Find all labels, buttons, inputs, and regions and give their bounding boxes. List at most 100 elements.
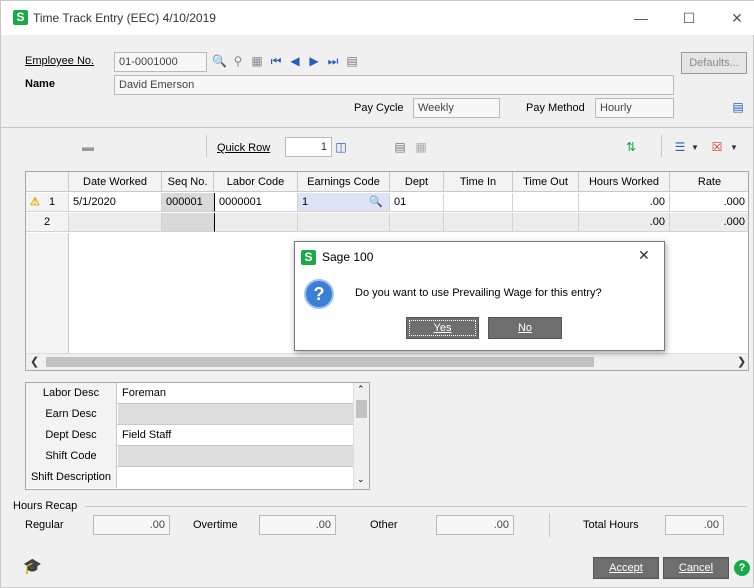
- other-hours-field[interactable]: .00: [436, 515, 514, 535]
- toolbar-separator: [206, 135, 207, 157]
- pay-cycle-field[interactable]: Weekly: [413, 98, 500, 118]
- earnings-code-cell[interactable]: 1 🔍: [298, 193, 390, 212]
- time-out-cell[interactable]: [513, 213, 579, 232]
- scrollbar-thumb[interactable]: [46, 357, 594, 367]
- column-header[interactable]: Rate: [670, 172, 748, 192]
- detail-row: Shift Description: [26, 467, 353, 488]
- overtime-hours-field[interactable]: .00: [259, 515, 336, 535]
- notes-icon[interactable]: ▤: [345, 54, 359, 68]
- scrollbar-thumb[interactable]: [356, 400, 367, 418]
- rate-cell[interactable]: .000: [670, 213, 748, 232]
- detail-label: Labor Desc: [26, 383, 117, 404]
- quick-row-label: Quick Row: [217, 142, 271, 154]
- dept-cell[interactable]: 01: [390, 193, 444, 212]
- column-header[interactable]: Labor Code: [214, 172, 298, 192]
- detail-value: [118, 404, 353, 424]
- column-header[interactable]: Time Out: [513, 172, 579, 192]
- dept-cell[interactable]: [390, 213, 444, 232]
- insert-row-icon[interactable]: ☰: [673, 140, 687, 154]
- table-row[interactable]: 2: [26, 213, 69, 232]
- scroll-up-icon[interactable]: ⌃: [357, 384, 365, 395]
- rate-cell[interactable]: .000: [670, 193, 748, 212]
- copy-lines-icon[interactable]: ▦: [414, 140, 428, 154]
- last-record-icon[interactable]: ⏭: [326, 54, 340, 68]
- total-hours-field[interactable]: .00: [665, 515, 724, 535]
- time-out-cell[interactable]: [513, 193, 579, 212]
- detail-value: Field Staff: [122, 429, 172, 441]
- overtime-label: Overtime: [193, 519, 238, 531]
- employee-no-link[interactable]: Employee No.: [25, 55, 94, 67]
- cancel-button[interactable]: Cancel: [663, 557, 729, 579]
- print-icon[interactable]: ▤: [731, 100, 745, 114]
- delete-row-icon[interactable]: ☒: [710, 140, 724, 154]
- copy-icon[interactable]: ▦: [250, 54, 264, 68]
- defaults-button[interactable]: Defaults...: [681, 52, 747, 74]
- time-in-cell[interactable]: [444, 213, 513, 232]
- table-row[interactable]: ⚠ 1: [26, 193, 69, 212]
- column-header[interactable]: Dept: [390, 172, 444, 192]
- horizontal-scrollbar[interactable]: ❮ ❯: [26, 353, 748, 370]
- column-header[interactable]: Time In: [444, 172, 513, 192]
- grid-row-header: [26, 172, 69, 192]
- delete-dropdown-icon[interactable]: ▼: [727, 141, 741, 155]
- column-header[interactable]: Seq No.: [162, 172, 214, 192]
- help-icon[interactable]: ?: [734, 560, 750, 576]
- pay-method-field[interactable]: Hourly: [595, 98, 674, 118]
- detail-row: Earn Desc: [26, 404, 353, 425]
- detail-row: Labor Desc Foreman: [26, 383, 353, 404]
- first-record-icon[interactable]: ⏮: [269, 54, 283, 68]
- detail-row: Shift Code: [26, 446, 353, 467]
- insert-dropdown-icon[interactable]: ▼: [688, 141, 702, 155]
- next-record-icon[interactable]: ▶: [307, 54, 321, 68]
- dialog-close-icon[interactable]: ✕: [638, 247, 650, 264]
- warning-icon: ⚠: [30, 196, 40, 208]
- earnings-lookup-icon[interactable]: 🔍: [369, 193, 383, 211]
- other-label: Other: [370, 519, 398, 531]
- time-in-cell[interactable]: [444, 193, 513, 212]
- yes-button[interactable]: Yes: [406, 317, 479, 339]
- employee-no-field[interactable]: 01-0001000: [114, 52, 207, 72]
- earnings-code-value: 1: [302, 196, 309, 208]
- refresh-icon[interactable]: ⇅: [624, 140, 638, 154]
- date-worked-cell[interactable]: 5/1/2020: [69, 193, 162, 212]
- date-worked-cell[interactable]: [69, 213, 162, 232]
- memo-icon[interactable]: ▤: [393, 140, 407, 154]
- maximize-button[interactable]: ☐: [679, 9, 699, 27]
- clip-icon[interactable]: ⚲: [231, 54, 245, 68]
- scroll-left-icon[interactable]: ❮: [30, 355, 39, 368]
- dialog-message: Do you want to use Prevailing Wage for t…: [355, 287, 602, 299]
- regular-hours-field[interactable]: .00: [93, 515, 170, 535]
- detail-scrollbar[interactable]: ⌃ ⌄: [353, 383, 369, 489]
- no-button[interactable]: No: [488, 317, 562, 339]
- question-icon: ?: [304, 279, 334, 309]
- name-field[interactable]: David Emerson: [114, 75, 674, 95]
- lookup-icon[interactable]: 🔍: [212, 54, 227, 68]
- hours-worked-cell[interactable]: .00: [579, 193, 670, 212]
- minimize-button[interactable]: —: [631, 9, 651, 27]
- column-header[interactable]: Date Worked: [69, 172, 162, 192]
- go-to-row-icon[interactable]: ◫: [334, 140, 348, 154]
- grid-layout-icon[interactable]: ▬: [81, 140, 95, 154]
- title-bar: S Time Track Entry (EEC) 4/10/2019 — ☐ ✕: [1, 1, 754, 35]
- column-header[interactable]: Earnings Code: [298, 172, 390, 192]
- detail-value: [118, 467, 353, 487]
- scroll-down-icon[interactable]: ⌄: [357, 474, 365, 485]
- labor-code-cell[interactable]: 0000001: [214, 193, 298, 212]
- total-hours-label: Total Hours: [583, 519, 639, 531]
- close-button[interactable]: ✕: [727, 9, 747, 27]
- toolbar-separator-2: [661, 135, 662, 157]
- scroll-right-icon[interactable]: ❯: [737, 355, 746, 368]
- detail-panel: Labor Desc Foreman Earn Desc Dept Desc F…: [25, 382, 370, 490]
- accept-button[interactable]: Accept: [593, 557, 659, 579]
- previous-record-icon[interactable]: ◀: [288, 54, 302, 68]
- dialog-title: Sage 100: [322, 250, 374, 264]
- hours-worked-cell[interactable]: .00: [579, 213, 670, 232]
- earnings-code-cell[interactable]: [298, 213, 390, 232]
- quick-row-field[interactable]: 1: [285, 137, 332, 157]
- detail-value: [118, 446, 353, 466]
- detail-label: Shift Code: [26, 446, 117, 467]
- graduation-cap-icon[interactable]: 🎓: [23, 559, 42, 574]
- labor-code-cell[interactable]: [214, 213, 298, 232]
- column-header[interactable]: Hours Worked: [579, 172, 670, 192]
- time-track-entry-window: S Time Track Entry (EEC) 4/10/2019 — ☐ ✕…: [0, 0, 754, 588]
